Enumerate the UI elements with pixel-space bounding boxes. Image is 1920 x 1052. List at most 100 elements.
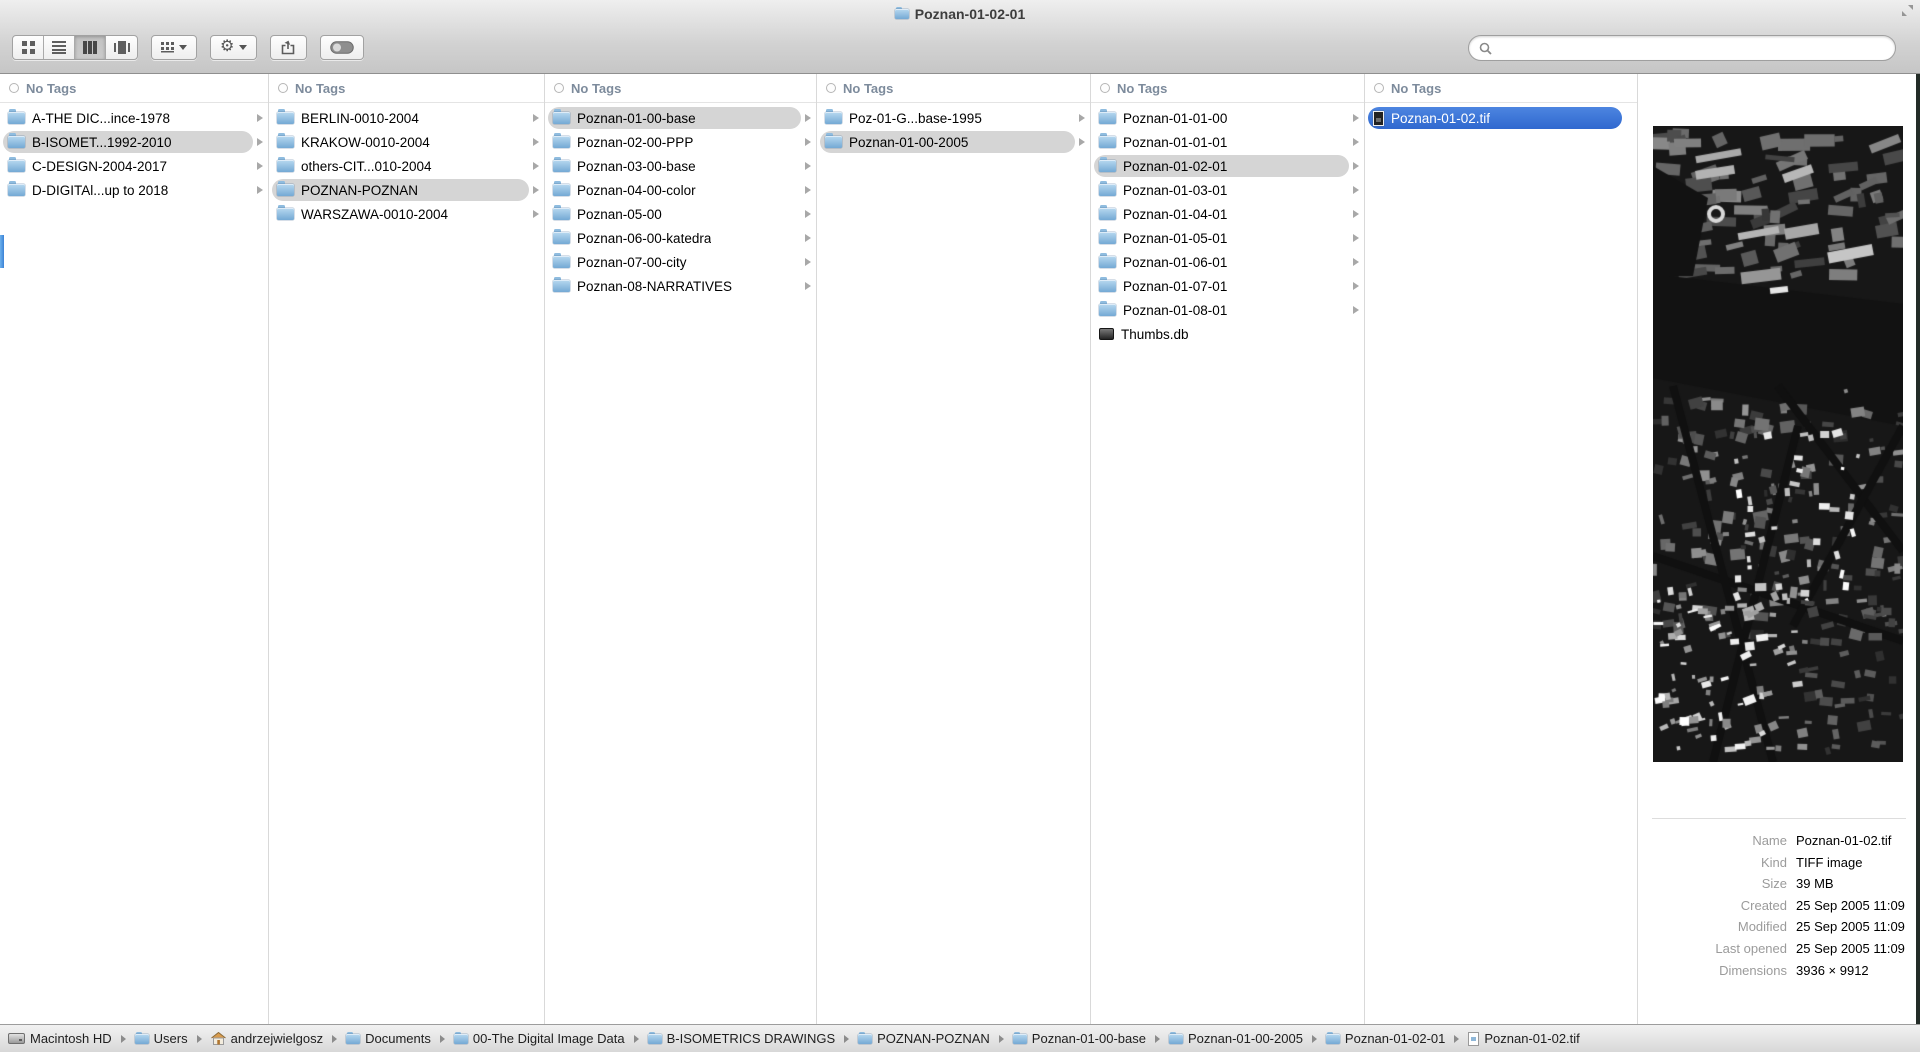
browser-item[interactable]: Poznan-01-03-01 bbox=[1091, 178, 1364, 202]
browser-item[interactable]: Poznan-02-00-PPP bbox=[545, 130, 816, 154]
action-button[interactable]: ⚙ bbox=[210, 34, 258, 60]
path-item[interactable]: 00-The Digital Image Data bbox=[453, 1031, 625, 1046]
fullscreen-icon[interactable] bbox=[1901, 4, 1914, 17]
folder-icon bbox=[553, 277, 570, 292]
browser-item[interactable]: Poznan-04-00-color bbox=[545, 178, 816, 202]
preview-image-aerial-map bbox=[1653, 126, 1903, 762]
folder-icon bbox=[1099, 301, 1116, 316]
disclosure-arrow-icon bbox=[805, 234, 811, 242]
home-icon bbox=[210, 1032, 226, 1045]
browser-item[interactable]: others-CIT...010-2004 bbox=[269, 154, 544, 178]
column-header: No Tags bbox=[545, 74, 816, 103]
preview-pane: Name Poznan-01-02.tif Kind TIFF image Size 39… bbox=[1638, 74, 1920, 1024]
title-bar[interactable]: Poznan-01-02-01 bbox=[0, 0, 1920, 27]
browser-item[interactable]: D-DIGITAl...up to 2018 bbox=[0, 178, 268, 202]
browser-item[interactable]: POZNAN-POZNAN bbox=[269, 178, 544, 202]
path-item[interactable]: Documents bbox=[346, 1031, 431, 1046]
disclosure-arrow-icon bbox=[1353, 234, 1359, 242]
browser-item[interactable]: Poznan-03-00-base bbox=[545, 154, 816, 178]
metadata-row: Size 39 MB bbox=[1652, 873, 1906, 895]
path-item[interactable]: Poznan-01-00-2005 bbox=[1169, 1031, 1303, 1046]
search-field[interactable] bbox=[1468, 35, 1896, 61]
browser-item[interactable]: Poznan-01-02.tif bbox=[1365, 106, 1637, 130]
path-item[interactable]: Poznan-01-02-01 bbox=[1325, 1031, 1445, 1046]
path-item[interactable]: POZNAN-POZNAN bbox=[858, 1031, 990, 1046]
browser-column-3: No Tags Poznan-01-00-base Poznan-02-00-PPP… bbox=[545, 74, 817, 1024]
path-item-label: Documents bbox=[365, 1031, 431, 1046]
path-item[interactable]: B-ISOMETRICS DRAWINGS bbox=[647, 1031, 835, 1046]
browser-item[interactable]: Poznan-06-00-katedra bbox=[545, 226, 816, 250]
browser-column-1: No Tags A-THE DIC...ince-1978 B-ISOMET...1… bbox=[0, 74, 269, 1024]
edit-tags-button[interactable] bbox=[320, 34, 365, 60]
search-input[interactable] bbox=[1498, 40, 1885, 56]
browser-item[interactable]: Poznan-01-04-01 bbox=[1091, 202, 1364, 226]
browser-column-4: No Tags Poz-01-G...base-1995 Poznan-01-00-… bbox=[817, 74, 1091, 1024]
path-bar: Macintosh HD Users andrzejwielgosz Document… bbox=[0, 1024, 1920, 1052]
browser-item[interactable]: BERLIN-0010-2004 bbox=[269, 106, 544, 130]
coverflow-view-button[interactable] bbox=[106, 36, 137, 59]
path-separator-icon bbox=[332, 1034, 338, 1043]
item-label: Poznan-01-06-01 bbox=[1123, 254, 1228, 270]
folder-icon bbox=[647, 1031, 662, 1044]
arrange-icon bbox=[161, 41, 174, 52]
tif-icon bbox=[1373, 110, 1384, 126]
path-separator-icon bbox=[439, 1034, 445, 1043]
path-item[interactable]: andrzejwielgosz bbox=[210, 1031, 323, 1046]
folder-icon bbox=[1012, 1031, 1027, 1044]
view-switcher bbox=[12, 34, 138, 60]
browser-item[interactable]: Poznan-07-00-city bbox=[545, 250, 816, 274]
path-item[interactable]: Poznan-01-00-base bbox=[1012, 1031, 1146, 1046]
browser-item[interactable]: A-THE DIC...ince-1978 bbox=[0, 106, 268, 130]
share-button[interactable] bbox=[270, 34, 308, 60]
chevron-down-icon bbox=[179, 44, 187, 50]
browser-item[interactable]: Poznan-01-01-01 bbox=[1091, 130, 1364, 154]
browser-item[interactable]: Poznan-05-00 bbox=[545, 202, 816, 226]
list-view-button[interactable] bbox=[44, 35, 75, 59]
path-item-label: Users bbox=[153, 1031, 188, 1046]
browser-item[interactable]: Poz-01-G...base-1995 bbox=[817, 106, 1090, 130]
browser-item[interactable]: Poznan-01-02-01 bbox=[1091, 154, 1364, 178]
path-item[interactable]: Macintosh HD bbox=[8, 1031, 112, 1046]
disclosure-arrow-icon bbox=[1353, 210, 1359, 218]
metadata-value: 39 MB bbox=[1796, 876, 1834, 892]
browser-item[interactable]: Thumbs.db bbox=[1091, 322, 1364, 346]
column-view-button[interactable] bbox=[75, 35, 106, 59]
browser-item[interactable]: Poznan-01-08-01 bbox=[1091, 298, 1364, 322]
title-wrap: Poznan-01-02-01 bbox=[894, 6, 1025, 22]
path-item[interactable]: Users bbox=[134, 1031, 188, 1046]
browser-item[interactable]: KRAKOW-0010-2004 bbox=[269, 130, 544, 154]
browser-item[interactable]: Poznan-01-00-2005 bbox=[817, 130, 1090, 154]
browser-item[interactable]: B-ISOMET...1992-2010 bbox=[0, 130, 268, 154]
browser-item[interactable]: Poznan-08-NARRATIVES bbox=[545, 274, 816, 298]
arrange-button[interactable] bbox=[151, 34, 197, 60]
disclosure-arrow-icon bbox=[805, 186, 811, 194]
path-separator-icon bbox=[998, 1034, 1004, 1043]
browser-item[interactable]: Poznan-01-00-base bbox=[545, 106, 816, 130]
icon-view-button[interactable] bbox=[13, 35, 44, 59]
item-label: Poznan-01-02-01 bbox=[1123, 158, 1228, 174]
disclosure-arrow-icon bbox=[805, 162, 811, 170]
browser-item[interactable]: C-DESIGN-2004-2017 bbox=[0, 154, 268, 178]
browser-item[interactable]: Poznan-01-06-01 bbox=[1091, 250, 1364, 274]
item-label: Poznan-01-03-01 bbox=[1123, 182, 1228, 198]
folder-icon bbox=[277, 157, 294, 172]
disclosure-arrow-icon bbox=[805, 282, 811, 290]
folder-icon bbox=[8, 133, 25, 148]
item-label: D-DIGITAl...up to 2018 bbox=[32, 182, 169, 198]
item-label: Poznan-06-00-katedra bbox=[577, 230, 712, 246]
browser-item[interactable]: Poznan-01-01-00 bbox=[1091, 106, 1364, 130]
left-edge-selection-sliver bbox=[0, 235, 4, 268]
metadata-label: Name bbox=[1752, 833, 1787, 848]
browser-item[interactable]: WARSZAWA-0010-2004 bbox=[269, 202, 544, 226]
browser-item[interactable]: Poznan-01-07-01 bbox=[1091, 274, 1364, 298]
finder-window: Poznan-01-02-01 ⚙ No Tags A-THE DIC...in… bbox=[0, 0, 1920, 1052]
path-item[interactable]: Poznan-01-02.tif bbox=[1468, 1031, 1580, 1046]
browser-item[interactable]: Poznan-01-05-01 bbox=[1091, 226, 1364, 250]
disclosure-arrow-icon bbox=[257, 114, 263, 122]
folder-icon bbox=[894, 6, 909, 19]
metadata-row: Last opened 25 Sep 2005 11:09 bbox=[1652, 938, 1906, 960]
folder-icon bbox=[8, 157, 25, 172]
column-header-label: No Tags bbox=[571, 80, 622, 96]
item-label: Poznan-08-NARRATIVES bbox=[577, 278, 733, 294]
browser-column-5: No Tags Poznan-01-01-00 Poznan-01-01-01 Poz… bbox=[1091, 74, 1365, 1024]
